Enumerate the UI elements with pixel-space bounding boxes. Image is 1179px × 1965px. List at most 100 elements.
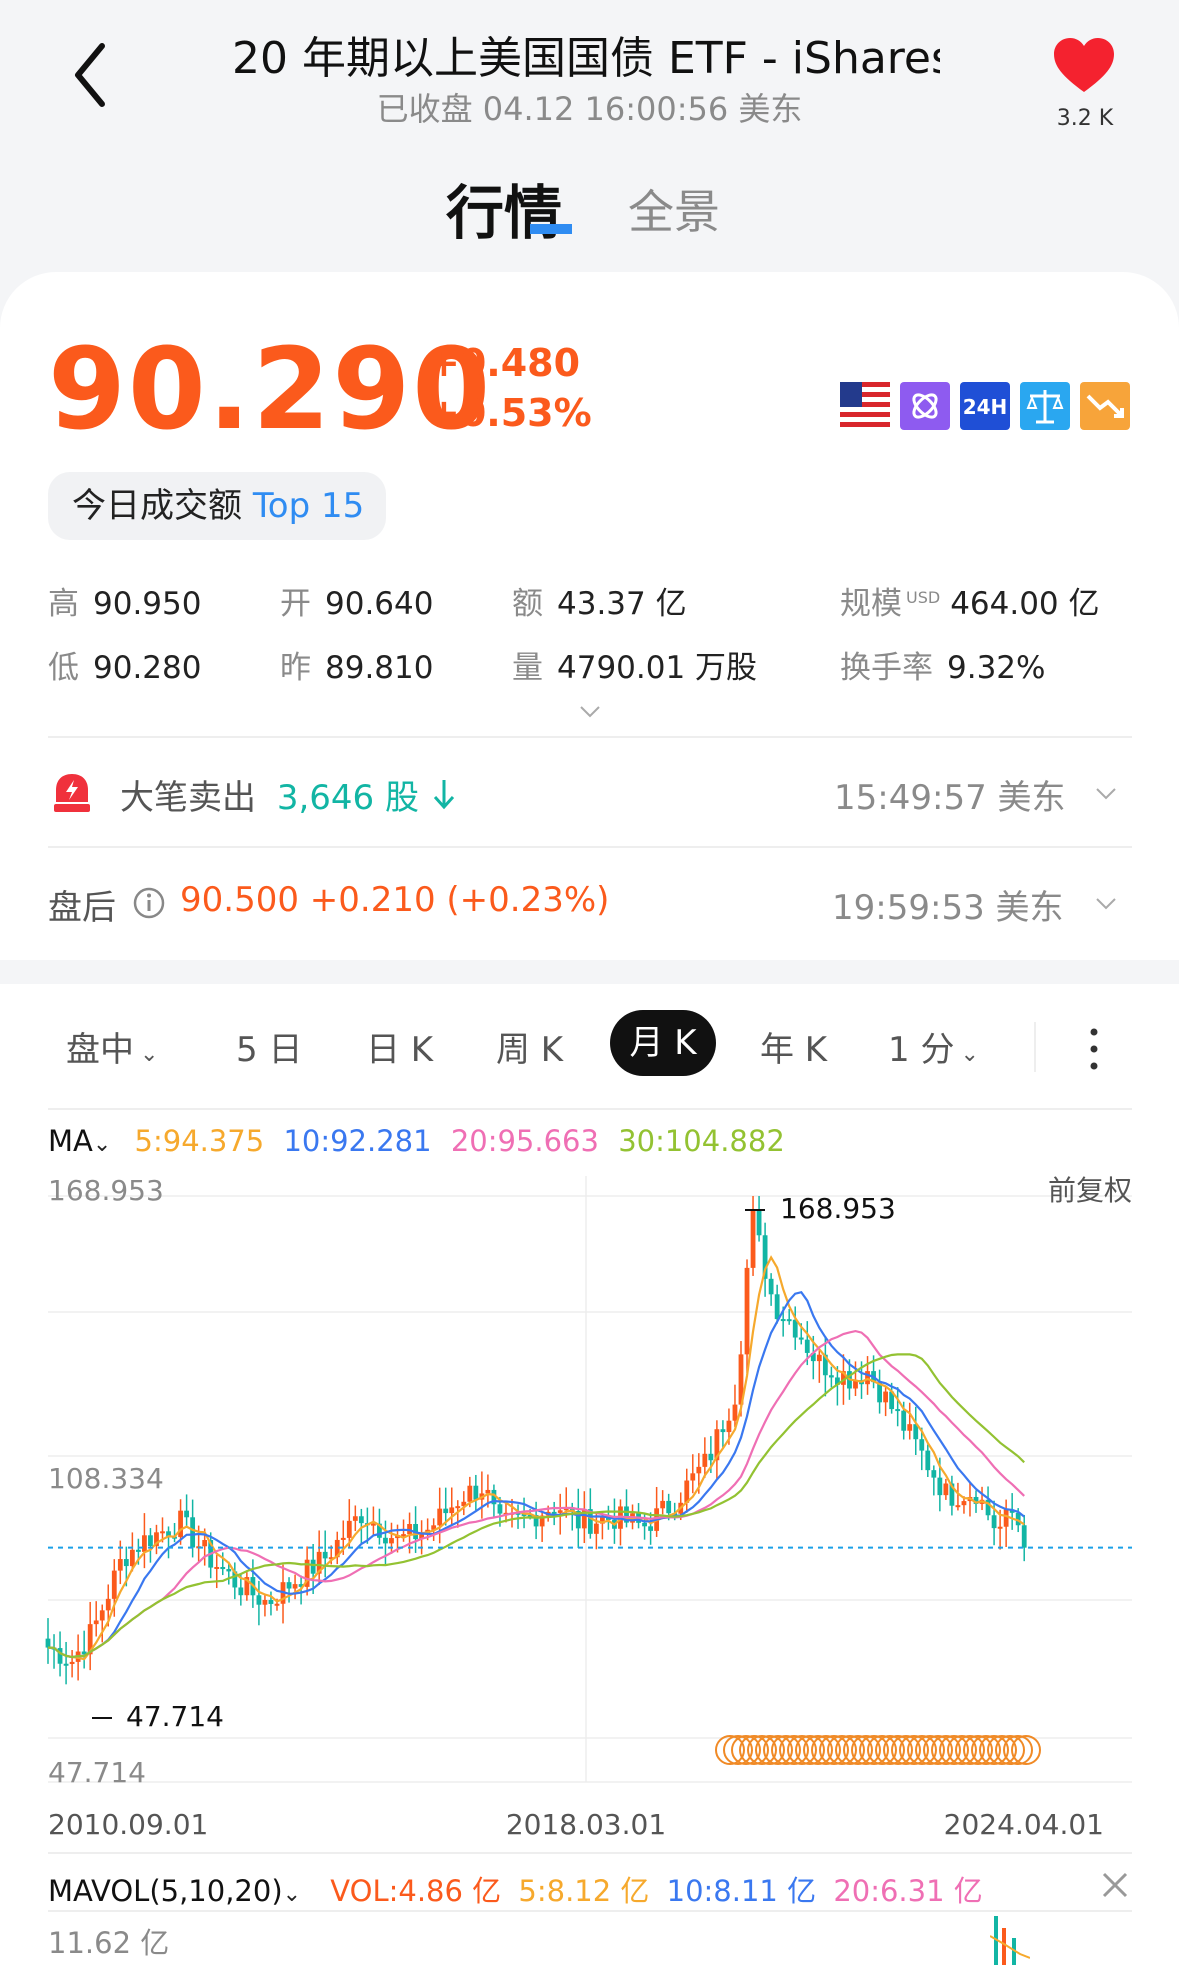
- candle-body: [358, 1516, 364, 1524]
- tab-overview[interactable]: 全景: [628, 176, 720, 242]
- volume-bars: [990, 1916, 1030, 1965]
- candle-body: [449, 1507, 455, 1514]
- kline-chart[interactable]: 168.953 47.714 168.953 108.334 47.714 前复权…: [0, 1170, 1179, 1860]
- candle-body: [786, 1319, 792, 1322]
- vol-ma20: 20:6.31 亿: [833, 1874, 983, 1908]
- candle-body: [123, 1559, 129, 1567]
- block-trade-value: 3,646 股: [276, 778, 419, 818]
- more-options-icon[interactable]: [1084, 1024, 1104, 1074]
- candle-body: [220, 1566, 226, 1570]
- candle-body: [726, 1420, 732, 1433]
- heart-icon[interactable]: [1052, 36, 1116, 96]
- candle-body: [69, 1661, 75, 1665]
- candle-body: [883, 1391, 889, 1403]
- candle-body: [268, 1600, 274, 1604]
- stat-turnover: 换手率 9.32%: [840, 650, 1046, 686]
- candle-body: [732, 1404, 738, 1421]
- candle-body: [865, 1371, 870, 1385]
- last-price: 90.290: [48, 325, 493, 455]
- max-marker-label: 168.953: [780, 1192, 896, 1225]
- info-icon[interactable]: [132, 886, 166, 920]
- chevron-down-icon[interactable]: [1094, 896, 1118, 912]
- balance-icon[interactable]: [1020, 382, 1070, 430]
- active-tab-indicator: [530, 224, 572, 234]
- candle-body: [937, 1477, 943, 1496]
- period-tab-yearly[interactable]: 年 K: [760, 1022, 827, 1071]
- candle-body: [437, 1508, 443, 1526]
- candle-body: [135, 1549, 141, 1552]
- chevron-down-icon[interactable]: [1094, 786, 1118, 802]
- rank-label: 今日成交额: [72, 486, 242, 526]
- candle-body: [148, 1535, 153, 1547]
- arrow-down-icon: [433, 780, 455, 810]
- block-trade[interactable]: 大笔卖出 3,646 股: [120, 770, 419, 819]
- change-percent: +0.53%: [428, 391, 592, 435]
- divider: [48, 846, 1132, 848]
- stat-low: 低 90.280: [48, 650, 202, 686]
- candle-body: [99, 1610, 105, 1621]
- candle-body: [816, 1354, 822, 1362]
- candle-body: [467, 1485, 473, 1502]
- stat-open: 开 90.640: [280, 586, 434, 622]
- ma-selector[interactable]: MA: [48, 1124, 93, 1158]
- candle-body: [202, 1540, 208, 1547]
- expand-chevron-icon[interactable]: [578, 704, 602, 720]
- candle-body: [497, 1504, 503, 1514]
- candle-body: [238, 1587, 244, 1596]
- candle-body: [931, 1470, 937, 1478]
- svg-text:24H: 24H: [963, 395, 1008, 419]
- candle-body: [925, 1450, 931, 1471]
- candle-body: [184, 1510, 189, 1518]
- candle-body: [63, 1663, 69, 1666]
- period-tab-daily[interactable]: 日 K: [366, 1022, 433, 1071]
- mavol-selector[interactable]: MAVOL(5,10,20): [48, 1874, 283, 1908]
- trend-down-icon[interactable]: [1080, 382, 1130, 430]
- turnover-rank-pill[interactable]: 今日成交额 Top 15: [48, 472, 386, 540]
- favorite-count: 3.2 K: [1056, 106, 1114, 131]
- candle-body: [93, 1620, 99, 1625]
- candle-body: [780, 1319, 786, 1322]
- atom-icon[interactable]: [900, 382, 950, 430]
- period-tab-monthly[interactable]: 月 K: [610, 1010, 716, 1076]
- candle-body: [955, 1505, 961, 1508]
- candle-body: [907, 1424, 913, 1431]
- candle-body: [346, 1520, 352, 1538]
- close-icon[interactable]: [1098, 1868, 1132, 1902]
- period-tab-intraday[interactable]: 盘中 ⌄: [66, 1022, 158, 1071]
- divider: [48, 1108, 1132, 1110]
- period-tab-5day[interactable]: 5 日: [236, 1022, 302, 1071]
- candle-body: [190, 1517, 196, 1548]
- candle-body: [702, 1453, 708, 1467]
- tab-quote[interactable]: 行情: [446, 166, 562, 250]
- us-flag-icon[interactable]: [840, 382, 890, 430]
- candle-body: [340, 1537, 346, 1540]
- candle-body: [901, 1410, 907, 1431]
- candle-body: [828, 1375, 834, 1378]
- 24h-icon[interactable]: 24H: [960, 382, 1010, 430]
- candle-body: [756, 1210, 762, 1236]
- candle-body: [593, 1523, 599, 1534]
- ma5-value: 5:94.375: [134, 1124, 265, 1158]
- candle-body: [214, 1566, 220, 1569]
- candle-body: [45, 1638, 51, 1648]
- candle-body: [744, 1267, 750, 1355]
- candle-body: [160, 1531, 165, 1534]
- volume-axis-label: 11.62 亿: [48, 1926, 170, 1960]
- rank-value: Top 15: [252, 486, 365, 526]
- candle-body: [961, 1501, 967, 1506]
- chevron-down-icon[interactable]: ⌄: [283, 1882, 301, 1907]
- chevron-down-icon[interactable]: ⌄: [93, 1132, 111, 1157]
- min-marker-label: 47.714: [126, 1700, 224, 1733]
- chevron-down-icon: ⌄: [140, 1042, 159, 1067]
- x-label-start: 2010.09.01: [48, 1808, 208, 1841]
- stat-volume: 量 4790.01 万股: [512, 650, 758, 686]
- adjust-mode[interactable]: 前复权: [1048, 1174, 1132, 1207]
- divider: [48, 736, 1132, 738]
- candle-body: [648, 1526, 654, 1531]
- period-tab-minute[interactable]: 1 分 ⌄: [888, 1022, 979, 1071]
- candle-body: [997, 1526, 1003, 1529]
- divider: [1034, 1022, 1036, 1072]
- candle-body: [750, 1210, 756, 1268]
- candle-body: [352, 1516, 358, 1521]
- period-tab-weekly[interactable]: 周 K: [496, 1022, 563, 1071]
